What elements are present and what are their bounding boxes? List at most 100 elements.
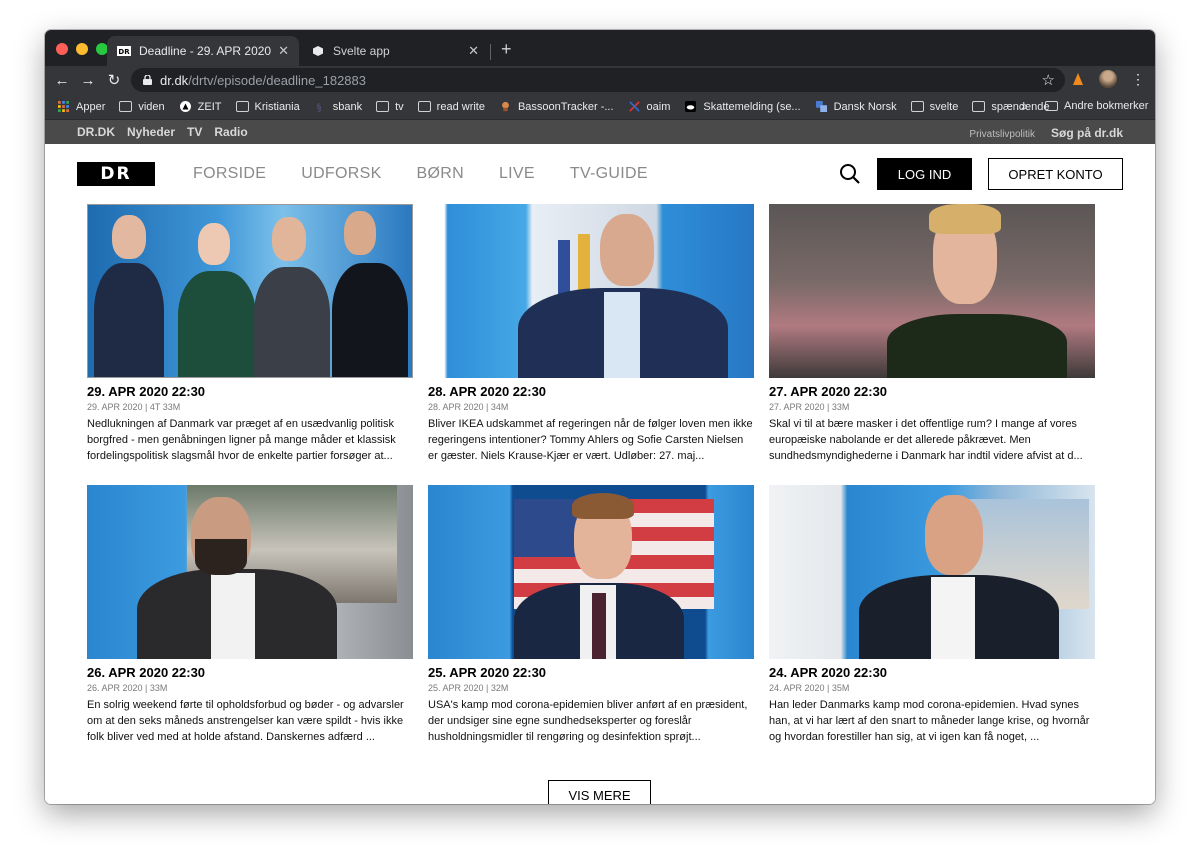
episode-card[interactable]: 26. APR 2020 22:30 26. APR 2020 | 33M En…: [87, 485, 413, 745]
tab-deadline[interactable]: DR Deadline - 29. APR 2020 22:30 ✕: [107, 36, 299, 66]
address-bar[interactable]: dr.dk/drtv/episode/deadline_182883 ☆: [131, 68, 1065, 92]
other-bookmarks[interactable]: Andre bokmerker: [1045, 100, 1148, 112]
site-header: DR FORSIDE UDFORSK BØRN LIVE TV-GUIDE LO…: [45, 144, 1155, 204]
episode-thumbnail[interactable]: [769, 485, 1095, 659]
search-icon[interactable]: [839, 163, 861, 185]
episode-card[interactable]: 27. APR 2020 22:30 27. APR 2020 | 33M Sk…: [769, 204, 1095, 464]
bookmarks-overflow-icon[interactable]: »: [1021, 99, 1028, 113]
svg-text:DR: DR: [118, 48, 130, 56]
episode-title[interactable]: 26. APR 2020 22:30: [87, 665, 413, 680]
close-tab-icon[interactable]: ✕: [278, 43, 289, 59]
forward-icon[interactable]: →: [75, 72, 101, 89]
bookmark-label: tv: [395, 100, 404, 113]
tab-title: Deadline - 29. APR 2020 22:30: [139, 44, 272, 58]
show-more-button[interactable]: VIS MERE: [548, 780, 651, 804]
bookmark-svelte[interactable]: svelte: [910, 100, 959, 113]
zeit-triangle-icon: [179, 101, 191, 112]
signup-button[interactable]: OPRET KONTO: [988, 158, 1123, 190]
episode-title[interactable]: 28. APR 2020 22:30: [428, 384, 754, 399]
menu-item-udforsk[interactable]: UDFORSK: [301, 165, 381, 183]
episode-description: En solrig weekend førte til opholdsforbu…: [87, 699, 404, 743]
menu-item-forside[interactable]: FORSIDE: [193, 165, 266, 183]
bookmark-oaim[interactable]: oaim: [628, 100, 671, 113]
episode-title[interactable]: 27. APR 2020 22:30: [769, 384, 1095, 399]
dr-top-strip: DR.DK Nyheder TV Radio Privatslivpolitik…: [45, 120, 1155, 144]
episode-title[interactable]: 24. APR 2020 22:30: [769, 665, 1095, 680]
bookmark-label: BassoonTracker -...: [517, 100, 614, 113]
profile-avatar[interactable]: [1099, 70, 1117, 88]
episode-thumbnail[interactable]: [428, 204, 754, 378]
site-search-link[interactable]: Søg på dr.dk: [1051, 126, 1123, 140]
bookmark-tv[interactable]: tv: [376, 101, 404, 113]
bookmark-label: svelte: [929, 100, 959, 113]
cloud-icon: [685, 101, 697, 112]
episode-card[interactable]: 25. APR 2020 22:30 25. APR 2020 | 32M US…: [428, 485, 754, 745]
folder-icon: [1045, 101, 1058, 111]
tab-separator: [490, 44, 491, 60]
tab-svelte[interactable]: Svelte app ✕: [301, 36, 489, 66]
menu-kebab-icon[interactable]: ⋮: [1131, 71, 1145, 88]
episode-meta: 26. APR 2020 | 33M: [87, 683, 168, 693]
bookmark-zeit[interactable]: ZEIT: [179, 101, 222, 113]
episode-thumbnail[interactable]: [769, 204, 1095, 378]
bookmark-read-write[interactable]: read write: [417, 100, 485, 113]
folder-icon: [910, 101, 924, 112]
folder-icon: [376, 101, 390, 112]
back-icon[interactable]: ←: [49, 72, 75, 89]
folder-icon: [119, 101, 133, 112]
bookmark-label: read write: [436, 100, 485, 113]
link-tv[interactable]: TV: [187, 125, 202, 139]
privacy-link[interactable]: Privatslivpolitik: [969, 129, 1035, 140]
folder-icon: [235, 101, 249, 112]
dr-logo[interactable]: DR: [77, 162, 155, 186]
translate-icon: [815, 101, 827, 112]
bookmark-dansk-norsk[interactable]: Dansk Norsk: [815, 101, 897, 113]
bookmark-viden[interactable]: viden: [119, 101, 165, 113]
bookmark-label: sbank: [332, 100, 363, 113]
bookmark-sbank[interactable]: § sbank: [314, 101, 362, 113]
minimize-window-button[interactable]: [76, 43, 88, 55]
bookmark-skattemelding[interactable]: Skattemelding (se...: [684, 101, 801, 113]
tab-title: Svelte app: [333, 44, 390, 58]
episode-meta: 28. APR 2020 | 34M: [428, 402, 509, 412]
episode-thumbnail[interactable]: [87, 204, 413, 378]
bookmark-apper[interactable]: Apper: [57, 101, 105, 113]
bookmark-star-icon[interactable]: ☆: [1042, 71, 1055, 89]
bookmark-label: Apper: [76, 100, 106, 113]
new-tab-icon[interactable]: +: [501, 39, 512, 60]
bassoon-icon: [502, 101, 509, 112]
bookmark-bassoontracker[interactable]: BassoonTracker -...: [499, 101, 614, 113]
link-radio[interactable]: Radio: [214, 125, 247, 139]
menu-item-tv-guide[interactable]: TV-GUIDE: [570, 165, 648, 183]
episode-description: Bliver IKEA udskammet af regeringen når …: [428, 418, 753, 462]
episode-card[interactable]: 28. APR 2020 22:30 28. APR 2020 | 34M Bl…: [428, 204, 754, 464]
episode-description: Skal vi til at bære masker i det offentl…: [769, 418, 1083, 462]
episode-title[interactable]: 25. APR 2020 22:30: [428, 665, 754, 680]
close-window-button[interactable]: [56, 43, 68, 55]
bookmark-kristiania[interactable]: Kristiania: [235, 100, 300, 113]
episode-card[interactable]: 29. APR 2020 22:30 29. APR 2020 | 4T 33M…: [87, 204, 413, 464]
episode-description: Nedlukningen af Danmark var præget af en…: [87, 418, 396, 462]
episode-meta: 24. APR 2020 | 35M: [769, 683, 850, 693]
tab-strip: DR Deadline - 29. APR 2020 22:30 ✕ Svelt…: [45, 30, 1155, 66]
svg-text:§: §: [316, 102, 321, 112]
menu-item-boern[interactable]: BØRN: [417, 165, 464, 183]
episode-card[interactable]: 24. APR 2020 22:30 24. APR 2020 | 35M Ha…: [769, 485, 1095, 745]
bookmark-label: Andre bokmerker: [1064, 100, 1149, 112]
link-nyheder[interactable]: Nyheder: [127, 125, 175, 139]
bookmark-label: ZEIT: [197, 100, 222, 113]
apps-grid-icon: [58, 101, 69, 112]
bookmark-spaendende[interactable]: spændende: [972, 101, 1049, 113]
menu-item-live[interactable]: LIVE: [499, 165, 535, 183]
bookmark-label: Kristiania: [254, 100, 300, 113]
episode-thumbnail[interactable]: [428, 485, 754, 659]
link-dr-dk[interactable]: DR.DK: [77, 125, 115, 139]
vlc-extension-icon[interactable]: [1071, 72, 1085, 86]
reload-icon[interactable]: ↻: [101, 71, 127, 89]
folder-icon: [417, 101, 431, 112]
close-tab-icon[interactable]: ✕: [468, 43, 479, 59]
episode-title[interactable]: 29. APR 2020 22:30: [87, 384, 413, 399]
episode-thumbnail[interactable]: [87, 485, 413, 659]
bookmark-label: oaim: [646, 100, 671, 113]
login-button[interactable]: LOG IND: [877, 158, 972, 190]
